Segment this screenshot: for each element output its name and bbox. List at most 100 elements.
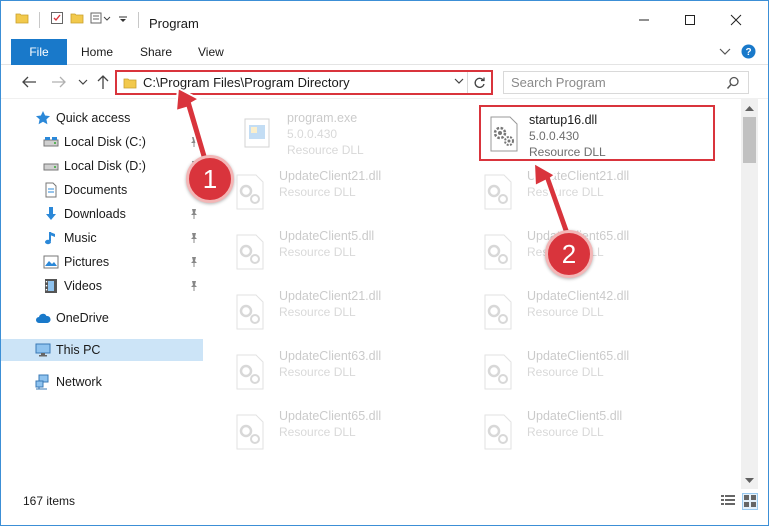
details-view-icon[interactable] <box>720 493 736 510</box>
step-callout-1: 1 <box>186 155 234 203</box>
sidebar-item-network[interactable]: Network <box>1 371 203 393</box>
file-version: 5.0.0.430 <box>287 127 338 141</box>
file-name: UpdateClient65.dll <box>279 409 382 423</box>
sidebar-item-label: Local Disk (C:) <box>64 135 146 149</box>
file-tile[interactable]: UpdateClient5.dll Resource DLL <box>455 403 691 459</box>
scroll-down-icon[interactable] <box>744 475 755 486</box>
drive-icon <box>43 137 59 147</box>
chevron-down-icon[interactable] <box>118 13 128 27</box>
network-icon <box>35 374 49 390</box>
refresh-icon <box>474 77 485 88</box>
file-type: Resource DLL <box>529 145 606 159</box>
file-type: Resource DLL <box>279 365 356 379</box>
new-folder-icon[interactable] <box>70 11 84 28</box>
address-bar[interactable]: C:\Program Files\Program Directory <box>115 70 493 95</box>
search-box[interactable] <box>503 71 749 94</box>
properties-check-icon[interactable] <box>50 11 64 28</box>
sidebar-item-label: Pictures <box>64 255 110 269</box>
customize-toolbar-icon[interactable] <box>90 11 112 28</box>
sidebar-item-downloads[interactable]: Downloads <box>1 203 203 225</box>
file-type: Resource DLL <box>279 425 356 439</box>
search-icon[interactable] <box>726 76 740 93</box>
title-bar: Program <box>1 1 768 39</box>
pin-icon <box>191 281 197 291</box>
up-button[interactable] <box>93 72 113 92</box>
view-switcher <box>720 493 758 510</box>
ribbon-tabs: File Home Share View ? <box>1 39 768 65</box>
refresh-button[interactable] <box>467 72 491 93</box>
file-tile[interactable]: UpdateClient42.dll Resource DLL <box>455 283 691 339</box>
file-tile[interactable]: UpdateClient21.dll Resource DLL <box>207 163 443 219</box>
file-name: UpdateClient65.dll <box>527 349 630 363</box>
ribbon-right-controls: ? <box>719 44 756 62</box>
sidebar-item-local-disk-c[interactable]: Local Disk (C:) <box>1 131 203 153</box>
file-tile[interactable]: UpdateClient63.dll Resource DLL <box>207 343 443 399</box>
large-icons-view-icon[interactable] <box>742 493 758 510</box>
recent-locations-button[interactable] <box>73 72 93 92</box>
file-tile-startup16-dll[interactable]: startup16.dll 5.0.0.430 Resource DLL <box>479 105 715 161</box>
sidebar-item-onedrive[interactable]: OneDrive <box>1 307 203 329</box>
tab-home[interactable]: Home <box>81 39 113 65</box>
file-tile[interactable]: UpdateClient5.dll Resource DLL <box>207 223 443 279</box>
file-name: UpdateClient21.dll <box>279 169 382 183</box>
back-arrow-icon <box>22 76 36 88</box>
address-dropdown-icon[interactable] <box>453 75 465 90</box>
search-input[interactable] <box>504 72 714 93</box>
file-type: Resource DLL <box>527 425 604 439</box>
sidebar-item-label: Local Disk (D:) <box>64 159 146 173</box>
sidebar-item-label: Videos <box>64 279 102 293</box>
maximize-icon <box>685 15 695 25</box>
scroll-up-icon[interactable] <box>744 102 755 113</box>
file-tile[interactable]: UpdateClient21.dll Resource DLL <box>207 283 443 339</box>
file-type: Resource DLL <box>279 245 356 259</box>
sidebar-item-label: Network <box>56 375 102 389</box>
dll-gear-file-icon <box>236 234 264 270</box>
file-type: Resource DLL <box>527 365 604 379</box>
sidebar-item-label: OneDrive <box>56 311 109 325</box>
sidebar-item-documents[interactable]: Documents <box>1 179 203 201</box>
close-button[interactable] <box>713 1 759 39</box>
toolbar-separator <box>138 11 139 28</box>
file-tile[interactable]: UpdateClient65.dll Resource DLL <box>455 343 691 399</box>
music-note-icon <box>45 232 55 245</box>
sidebar-item-pictures[interactable]: Pictures <box>1 251 203 273</box>
sidebar-item-local-disk-d[interactable]: Local Disk (D:) <box>1 155 203 177</box>
file-tile[interactable]: UpdateClient65.dll Resource DLL <box>207 403 443 459</box>
file-name: UpdateClient21.dll <box>279 289 382 303</box>
file-type: Resource DLL <box>527 185 604 199</box>
tab-share[interactable]: Share <box>140 39 172 65</box>
file-type: Resource DLL <box>527 305 604 319</box>
exe-file-icon <box>244 118 270 148</box>
tab-file[interactable]: File <box>11 39 67 65</box>
dll-gear-file-icon <box>236 294 264 330</box>
sidebar-item-label: Music <box>64 231 97 245</box>
pictures-icon <box>43 255 59 269</box>
maximize-button[interactable] <box>667 1 713 39</box>
dll-gear-file-icon <box>484 174 512 210</box>
minimize-icon <box>639 19 649 21</box>
sidebar-item-quick-access[interactable]: Quick access <box>1 107 203 129</box>
sidebar-item-music[interactable]: Music <box>1 227 203 249</box>
file-tile-program-exe[interactable]: program.exe 5.0.0.430 Resource DLL <box>215 105 451 161</box>
film-icon <box>45 279 57 293</box>
sidebar-item-videos[interactable]: Videos <box>1 275 203 297</box>
help-icon[interactable]: ? <box>741 44 756 62</box>
minimize-button[interactable] <box>621 1 667 39</box>
item-count: 167 items <box>23 494 76 508</box>
file-name: UpdateClient5.dll <box>527 409 623 423</box>
vertical-scrollbar[interactable] <box>741 99 758 489</box>
sidebar-item-this-pc[interactable]: This PC <box>1 339 203 361</box>
folder-icon <box>123 76 137 90</box>
pin-icon <box>191 137 197 147</box>
file-tile[interactable]: UpdateClient21.dll Resource DLL <box>455 163 691 219</box>
step-callout-2: 2 <box>545 230 593 278</box>
forward-button[interactable] <box>49 72 69 92</box>
pin-icon <box>191 233 197 243</box>
sidebar-item-label: Documents <box>64 183 128 197</box>
file-type: Resource DLL <box>287 143 364 157</box>
tab-view[interactable]: View <box>198 39 224 65</box>
back-button[interactable] <box>19 72 39 92</box>
scrollbar-thumb[interactable] <box>743 117 756 163</box>
expand-ribbon-icon[interactable] <box>719 46 731 60</box>
file-name: UpdateClient42.dll <box>527 289 630 303</box>
